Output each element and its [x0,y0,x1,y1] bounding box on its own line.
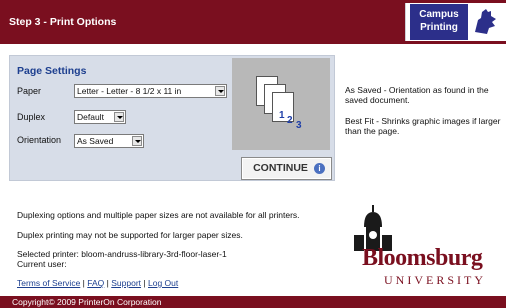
duplex-label: Duplex [17,112,46,122]
support-link[interactable]: Support [111,278,141,288]
state-outline-icon [475,9,496,34]
paper-select[interactable]: Letter - Letter - 8 1/2 x 11 in [74,84,227,98]
duplex-note: Duplexing options and multiple paper siz… [17,210,300,220]
page-settings-title: Page Settings [17,65,87,77]
orientation-label: Orientation [17,135,62,145]
logo-text-line2: Printing [420,22,458,33]
as-saved-description: As Saved - Orientation as found in the s… [345,85,489,105]
footer-links: Terms of Service | FAQ | Support | Log O… [17,278,178,288]
orientation-select[interactable]: As Saved [74,134,144,148]
faq-link[interactable]: FAQ [87,278,104,288]
copyright-footer: Copyright© 2009 PrinterOn Corporation [0,296,506,308]
link-separator: | [106,278,109,288]
paper-label: Paper [17,86,42,96]
selected-printer: Selected printer: bloom-andruss-library-… [17,249,227,259]
bloomsburg-wordmark: Bloomsburg [362,245,483,271]
preview-page-number: 1 [279,110,285,121]
header-bar: Step 3 - Print Options Campus Printing [0,0,506,44]
duplex-note-2: Duplex printing may not be supported for… [17,230,243,240]
university-wordmark: UNIVERSITY [384,273,486,287]
info-icon: i [314,163,325,174]
link-separator: | [82,278,85,288]
duplex-select[interactable]: Default [74,110,126,124]
page-title: Step 3 - Print Options [9,16,117,28]
current-user: Current user: [17,259,67,269]
preview-page-number: 2 [287,115,293,126]
chevron-down-icon[interactable] [215,86,225,96]
campus-printing-logo: Campus Printing [405,3,506,41]
duplex-select-value: Default [77,112,104,122]
orientation-select-value: As Saved [77,136,114,146]
preview-page-number: 3 [296,120,302,131]
logo-text-line1: Campus [419,9,459,20]
chevron-down-icon[interactable] [132,136,142,146]
paper-select-value: Letter - Letter - 8 1/2 x 11 in [77,86,182,96]
best-fit-description: Best Fit - Shrinks graphic images if lar… [345,116,501,136]
page-preview: 1 2 3 [232,58,330,150]
continue-button-label: CONTINUE [253,162,308,174]
chevron-down-icon[interactable] [114,112,124,122]
continue-button[interactable]: CONTINUE i [241,157,332,180]
terms-link[interactable]: Terms of Service [17,278,80,288]
bloomsburg-logo: Bloomsburg UNIVERSITY [348,205,506,291]
link-separator: | [143,278,146,288]
logout-link[interactable]: Log Out [148,278,178,288]
